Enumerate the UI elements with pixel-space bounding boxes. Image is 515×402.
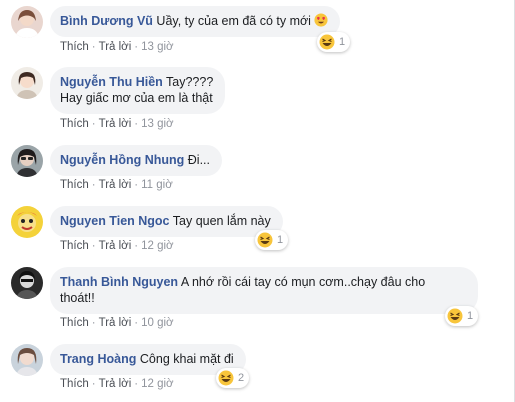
comment-actions: Thích · Trả lời · 11 giờ (60, 179, 173, 191)
like-button[interactable]: Thích (60, 118, 89, 130)
timestamp[interactable]: 10 giờ (141, 317, 173, 329)
separator: · (134, 179, 139, 191)
separator: · (91, 240, 96, 252)
separator: · (134, 317, 139, 329)
like-button[interactable]: Thích (60, 317, 89, 329)
comment-text: A nhớ rồi cái tay có mụn cơm..chạy đâu c… (180, 275, 426, 289)
timestamp[interactable]: 12 giờ (141, 378, 173, 390)
separator: · (91, 41, 96, 53)
haha-reaction-icon (218, 370, 234, 386)
reaction-summary[interactable]: 2 (216, 368, 250, 388)
like-button[interactable]: Thích (60, 378, 89, 390)
like-button[interactable]: Thích (60, 179, 89, 191)
comment-text: Uầy, ty của em đã có ty mới (156, 14, 311, 28)
comment-bubble: Nguyễn Hồng Nhung Đi... (50, 145, 223, 176)
reply-button[interactable]: Trả lời (99, 179, 132, 191)
separator: · (134, 118, 139, 130)
comment-text: Hay giấc mơ của em là thật (60, 91, 213, 105)
comment-actions: Thích · Trả lời · 12 giờ (60, 240, 174, 252)
avatar[interactable] (11, 267, 43, 299)
reaction-count: 1 (467, 310, 474, 322)
reaction-count: 1 (277, 234, 284, 246)
reply-button[interactable]: Trả lời (99, 41, 132, 53)
timestamp[interactable]: 11 giờ (141, 179, 173, 191)
reaction-summary[interactable]: 1 (445, 306, 479, 326)
comment-bubble: Nguyen Tien Ngoc Tay quen lắm này (50, 206, 283, 237)
like-button[interactable]: Thích (60, 41, 89, 53)
comment-actions: Thích · Trả lời · 13 giờ (60, 41, 174, 53)
timestamp[interactable]: 13 giờ (141, 118, 173, 130)
haha-reaction-icon (319, 34, 335, 50)
comment-actions: Thích · Trả lời · 12 giờ (60, 378, 174, 390)
separator: · (134, 240, 139, 252)
timestamp[interactable]: 13 giờ (141, 41, 173, 53)
reaction-summary[interactable]: 1 (255, 230, 289, 250)
reply-button[interactable]: Trả lời (99, 118, 132, 130)
avatar[interactable] (11, 67, 43, 99)
haha-reaction-icon (257, 232, 273, 248)
comment-text: Tay quen lắm này (172, 214, 271, 228)
separator: · (91, 317, 96, 329)
separator: · (134, 41, 139, 53)
comment-text: thoát!! (60, 291, 95, 305)
comment-bubble: Bình Dương Vũ Uầy, ty của em đã có ty mớ… (50, 6, 341, 37)
love-eyes-emoji-icon (314, 13, 329, 27)
avatar[interactable] (11, 6, 43, 38)
reply-button[interactable]: Trả lời (99, 317, 132, 329)
avatar[interactable] (11, 344, 43, 376)
reaction-count: 2 (238, 372, 245, 384)
comment-bubble: Trang Hoàng Công khai mặt đi (50, 344, 246, 375)
comment-author[interactable]: Bình Dương Vũ (60, 14, 153, 28)
avatar[interactable] (11, 206, 43, 238)
separator: · (91, 118, 96, 130)
avatar[interactable] (11, 145, 43, 177)
reaction-count: 1 (339, 36, 346, 48)
haha-reaction-icon (447, 308, 463, 324)
comment-text: Tay???? (166, 75, 214, 89)
comment-author[interactable]: Nguyễn Hồng Nhung (60, 153, 184, 167)
timestamp[interactable]: 12 giờ (141, 240, 173, 252)
comment-actions: Thích · Trả lời · 10 giờ (60, 317, 174, 329)
comment-author[interactable]: Trang Hoàng (60, 352, 136, 366)
comment-bubble: Nguyễn Thu Hiền Tay???? Hay giấc mơ của … (50, 67, 226, 114)
comment-text: Công khai mặt đi (139, 352, 234, 366)
reaction-summary[interactable]: 1 (317, 32, 351, 52)
separator: · (91, 179, 96, 191)
comment-bubble: Thanh Bình Nguyen A nhớ rồi cái tay có m… (50, 267, 478, 314)
comment-author[interactable]: Thanh Bình Nguyen (60, 275, 178, 289)
separator: · (91, 378, 96, 390)
comment-actions: Thích · Trả lời · 13 giờ (60, 118, 174, 130)
reply-button[interactable]: Trả lời (99, 378, 132, 390)
comment-author[interactable]: Nguyễn Thu Hiền (60, 75, 163, 89)
reply-button[interactable]: Trả lời (99, 240, 132, 252)
like-button[interactable]: Thích (60, 240, 89, 252)
comment-text: Đi... (187, 153, 211, 167)
comment-author[interactable]: Nguyen Tien Ngoc (60, 214, 170, 228)
separator: · (134, 378, 139, 390)
